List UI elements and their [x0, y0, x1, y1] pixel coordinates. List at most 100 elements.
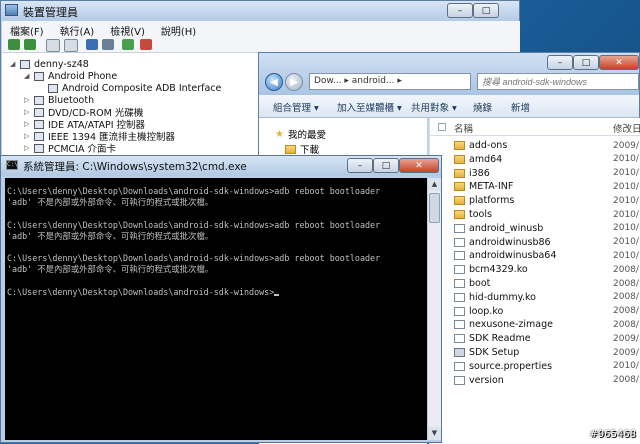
properties-icon[interactable]	[46, 39, 60, 52]
menu-item[interactable]: 檢視(V)	[102, 21, 153, 38]
cmd-scrollbar[interactable]: ▲ ▼	[427, 178, 441, 440]
select-all-checkbox[interactable]	[438, 123, 446, 131]
file-row[interactable]: META-INF 2010/	[430, 180, 640, 193]
cmd-minimize-button[interactable]: –	[347, 158, 373, 173]
expand-arrow-icon[interactable]: ▷	[24, 144, 32, 152]
tree-item[interactable]: ◢ denny-sz48	[10, 58, 89, 70]
forward-button[interactable]: ▶	[285, 73, 303, 91]
file-row[interactable]: nexusone-zimage 2008/	[430, 318, 640, 331]
file-name: androidwinusb86	[469, 236, 551, 248]
file-date: 2009/	[613, 333, 639, 344]
cmd-maximize-button[interactable]: □	[373, 158, 399, 173]
tree-item[interactable]: ◢ Android Phone	[24, 70, 117, 82]
expand-arrow-icon[interactable]: ◢	[24, 72, 32, 80]
add-to-library-button[interactable]: 加入至媒體櫃 ▾	[337, 100, 402, 114]
expand-arrow-icon[interactable]: ▷	[24, 120, 32, 128]
file-name: platforms	[469, 195, 515, 207]
file-name: version	[469, 374, 504, 386]
device-manager-titlebar[interactable]: 裝置管理員 – □	[1, 1, 519, 21]
burn-button[interactable]: 燒錄	[473, 100, 492, 114]
menu-item[interactable]: 檔案(F)	[2, 21, 52, 38]
file-row[interactable]: tools 2010/	[430, 208, 640, 221]
file-date: 2009/	[613, 347, 639, 358]
file-name: META-INF	[469, 181, 514, 193]
disable-icon[interactable]	[140, 39, 152, 50]
file-date: 2010/	[613, 154, 639, 165]
explorer-minimize-button[interactable]: –	[547, 55, 573, 70]
file-icon	[454, 265, 465, 275]
downloads-item[interactable]: 下載	[285, 142, 319, 156]
cmd-window: C:\ 系統管理員: C:\Windows\system32\cmd.exe –…	[0, 155, 442, 443]
favorites-item[interactable]: ★ 我的最愛	[275, 127, 326, 142]
uninstall-icon[interactable]	[122, 39, 134, 50]
scroll-down-icon[interactable]: ▼	[428, 427, 441, 440]
expand-arrow-icon[interactable]: ◢	[10, 60, 18, 68]
file-row[interactable]: version 2008/	[430, 374, 640, 387]
expand-arrow-icon[interactable]: ▷	[24, 96, 32, 104]
menu-item[interactable]: 執行(A)	[52, 21, 103, 38]
file-icon	[454, 223, 465, 233]
tree-item[interactable]: ▷ PCMCIA 介面卡	[24, 142, 117, 155]
file-date: 2008/	[613, 264, 639, 275]
address-bar[interactable]: Dow... ▸ android... ▸	[309, 73, 471, 90]
file-row[interactable]: androidwinusb86 2010/	[430, 236, 640, 249]
adb-device-icon	[48, 83, 58, 93]
organize-button[interactable]: 組合管理 ▾	[273, 100, 319, 114]
device-manager-icon	[5, 4, 18, 16]
explorer-maximize-button[interactable]: □	[573, 55, 599, 70]
file-row[interactable]: android_winusb 2010/	[430, 222, 640, 235]
column-name[interactable]: 名稱	[454, 121, 473, 135]
file-row[interactable]: SDK Readme 2009/	[430, 332, 640, 345]
file-date: 2008/	[613, 319, 639, 330]
scroll-up-icon[interactable]: ▲	[428, 178, 441, 191]
back-button[interactable]: ◀	[265, 73, 283, 91]
file-row[interactable]: platforms 2010/	[430, 194, 640, 207]
file-name: hid-dummy.ko	[469, 291, 536, 303]
file-row[interactable]: boot 2008/	[430, 277, 640, 290]
console-output[interactable]: C:\Users\denny\Desktop\Downloads\android…	[5, 178, 427, 440]
minimize-button[interactable]: –	[447, 3, 473, 18]
cmd-titlebar[interactable]: C:\ 系統管理員: C:\Windows\system32\cmd.exe –…	[1, 156, 441, 176]
file-row[interactable]: hid-dummy.ko 2008/	[430, 291, 640, 304]
file-row[interactable]: source.properties 2010/	[430, 360, 640, 373]
file-row[interactable]: loop.ko 2008/	[430, 305, 640, 318]
file-name: SDK Setup	[469, 347, 520, 358]
new-folder-button[interactable]: 新增	[511, 100, 530, 114]
file-row[interactable]: bcm4329.ko 2008/	[430, 263, 640, 276]
expand-arrow-icon[interactable]: ▷	[24, 108, 32, 116]
file-date: 2009/	[613, 140, 639, 151]
star-icon: ★	[275, 128, 284, 140]
scroll-thumb[interactable]	[429, 193, 440, 223]
back-arrow-icon[interactable]	[8, 39, 20, 50]
expand-arrow-icon[interactable]: ▷	[24, 132, 32, 140]
tree-item[interactable]: Android Composite ADB Interface	[38, 82, 221, 94]
console-line: C:\Users\denny\Desktop\Downloads\android…	[7, 219, 381, 230]
column-date[interactable]: 修改日	[613, 121, 640, 135]
help-icon[interactable]	[64, 39, 78, 52]
menu-item[interactable]: 說明(H)	[153, 21, 204, 38]
file-name: tools	[469, 209, 492, 220]
window-title: 裝置管理員	[23, 6, 78, 19]
tree-item-label: PCMCIA 介面卡	[48, 144, 117, 155]
ide-icon	[34, 119, 44, 129]
folder-icon	[454, 168, 465, 178]
file-row[interactable]: amd64 2010/	[430, 153, 640, 166]
text-cursor	[274, 293, 280, 296]
file-row[interactable]: SDK Setup 2009/	[430, 346, 640, 359]
forward-arrow-icon[interactable]	[24, 39, 36, 50]
file-row[interactable]: androidwinusba64 2010/	[430, 249, 640, 262]
search-input[interactable]	[477, 73, 639, 90]
file-date: 2010/	[613, 250, 639, 261]
tree-item-label: Android Composite ADB Interface	[62, 82, 222, 94]
file-row[interactable]: i386 2010/	[430, 167, 640, 180]
file-row[interactable]: add-ons 2009/	[430, 139, 640, 152]
file-name: source.properties	[469, 360, 553, 372]
explorer-close-button[interactable]: ✕	[599, 55, 639, 70]
update-driver-icon[interactable]	[102, 39, 114, 50]
scan-icon[interactable]	[86, 39, 98, 50]
cmd-close-button[interactable]: ✕	[399, 158, 439, 173]
maximize-button[interactable]: □	[473, 3, 499, 18]
explorer-titlebar[interactable]: – □ ✕ ◀ ▶ Dow... ▸ android... ▸	[259, 53, 639, 95]
share-with-button[interactable]: 共用對象 ▾	[411, 100, 457, 114]
